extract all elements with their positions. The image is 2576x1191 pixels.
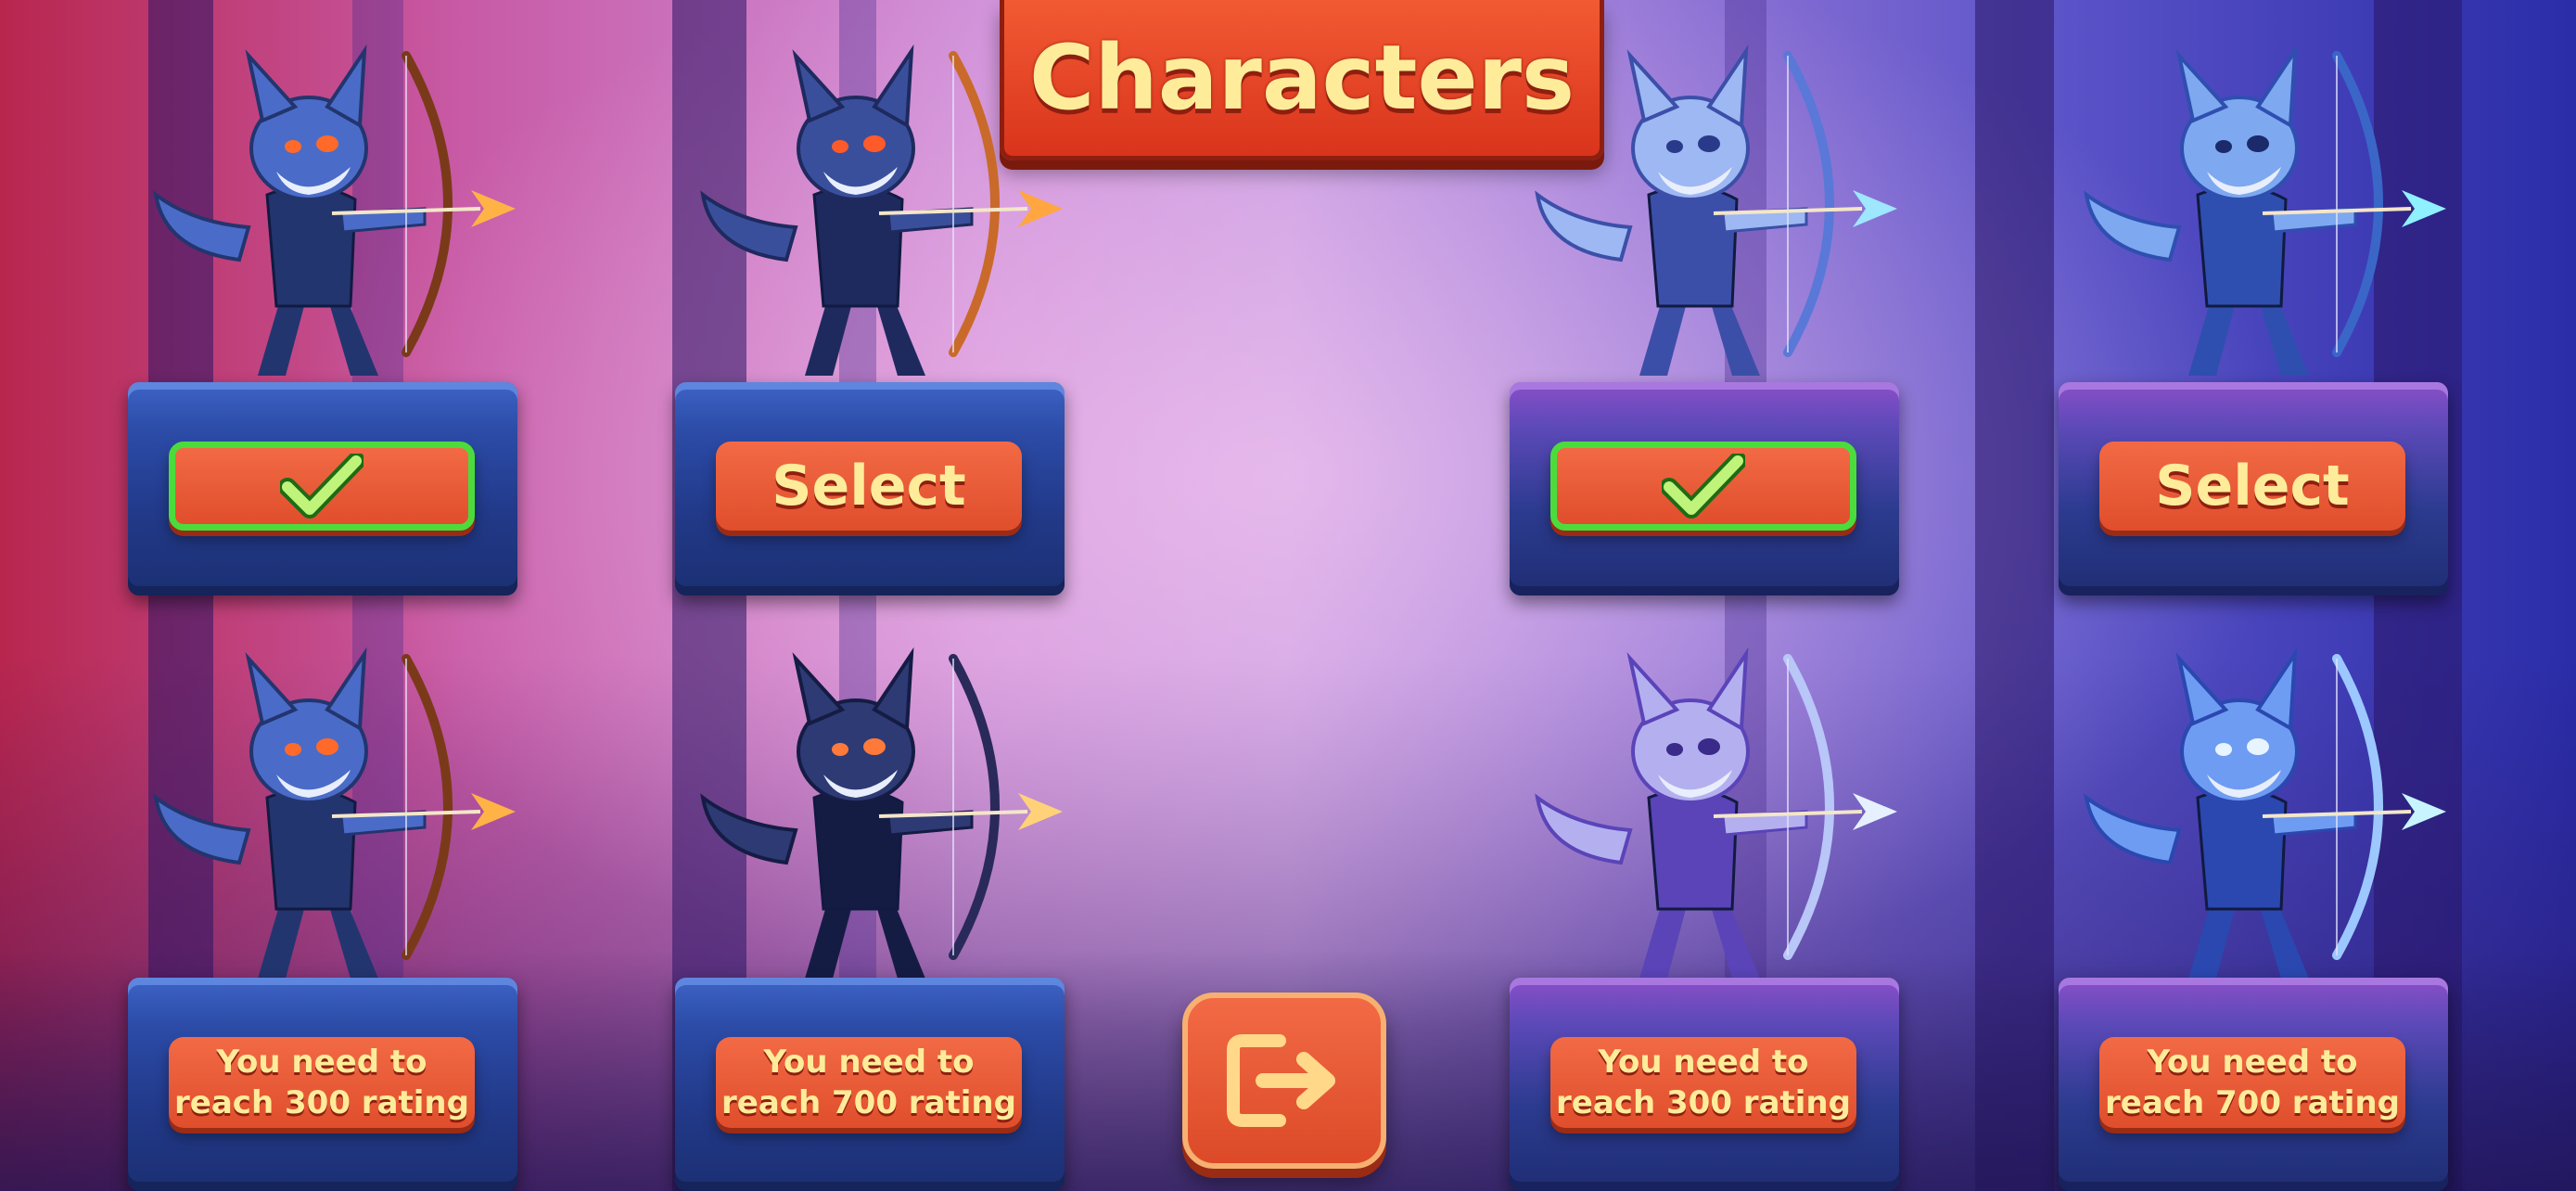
checkmark-icon <box>280 454 363 519</box>
character-figure-ice-wolf <box>2059 19 2448 390</box>
requirement-text: You need to <box>763 1044 975 1081</box>
requirement-text: reach 700 rating <box>721 1084 1016 1121</box>
character-figure-fire-fox <box>128 19 517 390</box>
requirement-text: reach 300 rating <box>174 1084 469 1121</box>
character-figure-shadow-wolf <box>675 621 1065 992</box>
select-button-label: Select <box>772 454 966 519</box>
exit-button[interactable] <box>1182 992 1386 1169</box>
locked-requirement-button[interactable]: You need to reach 700 rating <box>716 1037 1022 1128</box>
requirement-text: You need to <box>2147 1044 2358 1081</box>
locked-requirement-button[interactable]: You need to reach 300 rating <box>169 1037 475 1128</box>
character-figure-frost-fox <box>1510 19 1899 390</box>
selected-button[interactable] <box>1550 442 1856 531</box>
requirement-text: You need to <box>1598 1044 1809 1081</box>
requirement-text: reach 300 rating <box>1556 1084 1851 1121</box>
locked-requirement-button[interactable]: You need to reach 700 rating <box>2099 1037 2405 1128</box>
selected-button[interactable] <box>169 442 475 531</box>
character-figure-lavender-fox <box>1510 621 1899 992</box>
checkmark-icon <box>1662 454 1745 519</box>
page-title: Characters <box>1028 26 1575 130</box>
character-figure-crystal-cat <box>2059 621 2448 992</box>
exit-icon <box>1227 1034 1335 1127</box>
character-figure-flame-cat <box>128 621 517 992</box>
character-figure-ember-wolf <box>675 19 1065 390</box>
requirement-text: You need to <box>216 1044 427 1081</box>
select-button[interactable]: Select <box>716 442 1022 531</box>
select-button-label: Select <box>2155 454 2350 519</box>
requirement-text: reach 700 rating <box>2105 1084 2400 1121</box>
select-button[interactable]: Select <box>2099 442 2405 531</box>
locked-requirement-button[interactable]: You need to reach 300 rating <box>1550 1037 1856 1128</box>
